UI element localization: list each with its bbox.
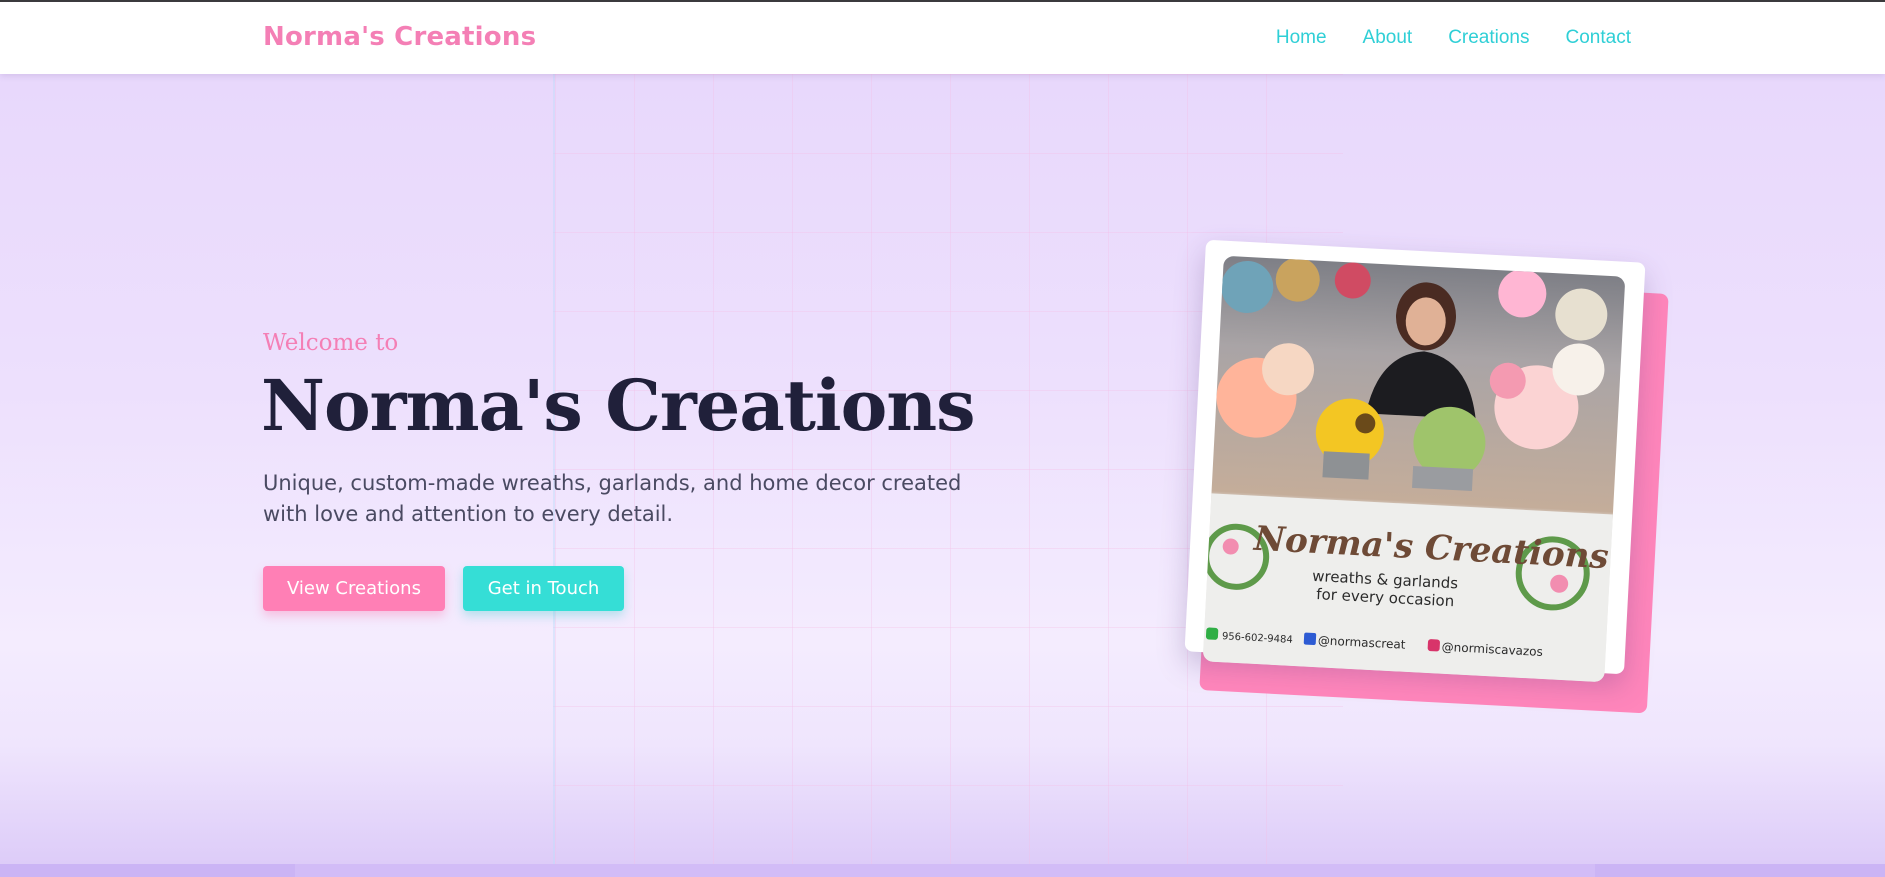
booth-illustration: Norma's Creations wreaths & garlands for…	[1202, 257, 1613, 683]
hanging-wreath	[1555, 288, 1608, 341]
hanging-wreath	[1221, 261, 1274, 314]
hero-subtitle: Unique, custom-made wreaths, garlands, a…	[263, 471, 962, 526]
flower-bucket	[1322, 451, 1370, 480]
view-creations-button[interactable]: View Creations	[263, 566, 445, 611]
hanging-wreath	[1498, 269, 1547, 318]
nav-links: Home About Creations Contact	[1276, 27, 1631, 49]
phone-icon	[1205, 627, 1219, 640]
get-in-touch-button[interactable]: Get in Touch	[463, 566, 624, 611]
facebook-icon	[1303, 632, 1317, 645]
hanging-bow	[1334, 262, 1371, 299]
nav-link-about[interactable]: About	[1363, 27, 1413, 49]
flower-bucket	[1412, 465, 1474, 492]
instagram-icon	[1427, 639, 1440, 652]
hero-welcome: Welcome to	[263, 330, 399, 356]
nav-link-contact[interactable]: Contact	[1566, 27, 1631, 49]
hero-photo: Norma's Creations wreaths & garlands for…	[1202, 255, 1626, 683]
nav-link-home[interactable]: Home	[1276, 27, 1327, 49]
nav-link-creations[interactable]: Creations	[1448, 27, 1529, 49]
bottom-band-highlight	[295, 864, 1595, 877]
hanging-wreath	[1275, 257, 1320, 302]
brand-logo[interactable]: Norma's Creations	[263, 22, 536, 52]
navbar: Norma's Creations Home About Creations C…	[0, 2, 1885, 74]
bottom-band	[0, 864, 1885, 877]
hero-title: Norma's Creations	[261, 364, 976, 447]
person-shirt	[1365, 351, 1476, 420]
